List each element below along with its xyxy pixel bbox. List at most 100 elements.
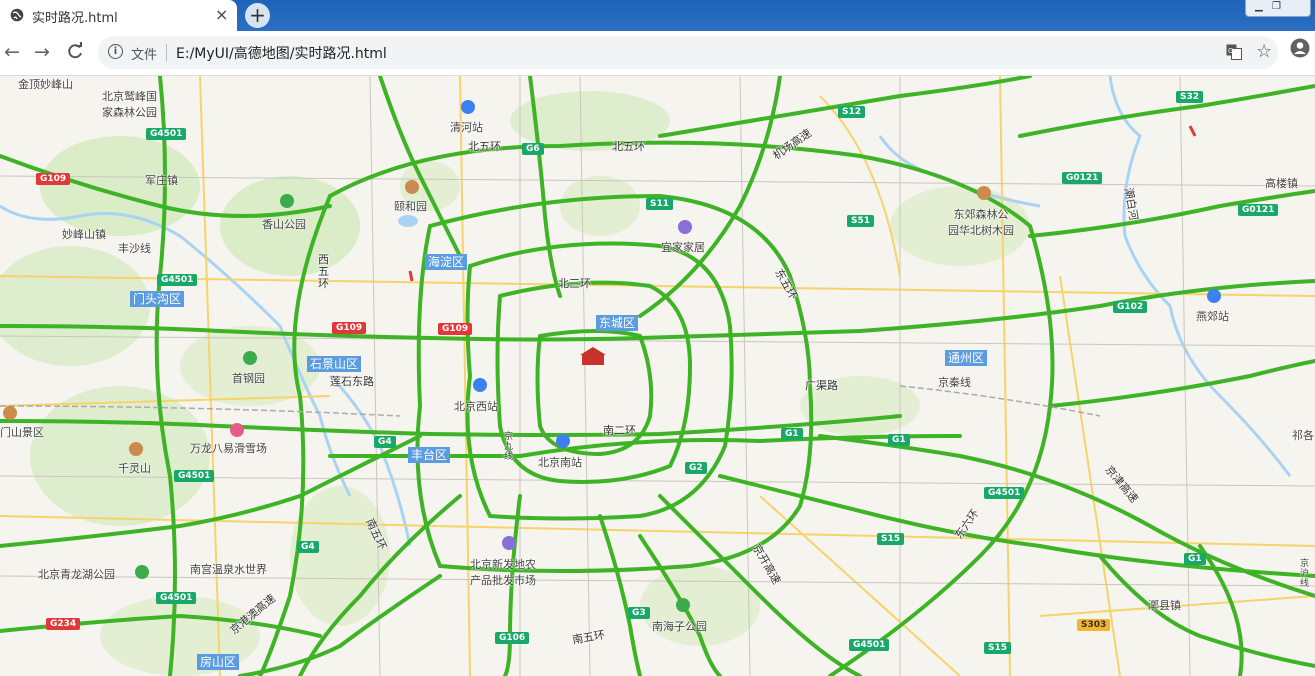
- scenic-icon[interactable]: [3, 406, 17, 420]
- place-label: 京 沪 线: [1300, 559, 1310, 589]
- place-label: 高楼镇: [1265, 177, 1298, 190]
- minimize-icon[interactable]: ▁: [1255, 1, 1263, 12]
- route-shield: G234: [46, 618, 81, 630]
- place-label: 妙峰山镇: [62, 228, 106, 241]
- place-label: 颐和园: [394, 200, 427, 213]
- route-shield: G109: [438, 323, 473, 335]
- url-text[interactable]: E:/MyUI/高德地图/实时路况.html: [176, 43, 387, 63]
- place-label: 首钢园: [232, 372, 265, 385]
- route-shield: G1: [888, 434, 910, 446]
- route-shield: G4: [297, 541, 319, 553]
- place-label: 宜家家居: [661, 241, 705, 254]
- place-label: 军庄镇: [145, 174, 178, 187]
- place-label: 东郊森林公 园华北树木园: [948, 208, 1014, 237]
- route-shield: S15: [877, 533, 905, 545]
- district-label: 海淀区: [425, 254, 468, 270]
- train-station-icon[interactable]: [556, 434, 570, 448]
- forward-button[interactable]: →: [30, 40, 54, 64]
- route-shield: S51: [847, 215, 875, 227]
- address-bar[interactable]: i 文件 E:/MyUI/高德地图/实时路况.html G ☆: [98, 36, 1278, 69]
- account-icon[interactable]: [1290, 38, 1310, 58]
- route-shield: S12: [838, 106, 866, 118]
- place-label: 香山公园: [262, 218, 306, 231]
- road-label: 莲石东路: [330, 375, 374, 388]
- place-label: 北京西站: [454, 400, 498, 413]
- train-station-icon[interactable]: [461, 100, 475, 114]
- route-shield: G4501: [849, 639, 890, 651]
- route-shield: G109: [36, 173, 71, 185]
- district-label: 东城区: [596, 315, 639, 331]
- place-label: 万龙八易滑雪场: [190, 442, 267, 455]
- route-shield: G4501: [156, 592, 197, 604]
- route-shield: G0121: [1062, 172, 1103, 184]
- route-shield: S32: [1176, 91, 1204, 103]
- globe-icon: [10, 8, 24, 22]
- road-label: 北五环: [612, 140, 645, 153]
- place-label: 金顶妙峰山: [18, 78, 73, 91]
- place-label: 漷县镇: [1148, 599, 1181, 612]
- district-label: 房山区: [197, 654, 240, 670]
- route-shield: G0121: [1238, 204, 1279, 216]
- place-label: 千灵山: [118, 462, 151, 475]
- place-label: 京 九 线: [504, 432, 514, 462]
- route-shield: G4: [374, 436, 396, 448]
- bookmark-star-icon[interactable]: ☆: [1256, 41, 1272, 62]
- route-shield: S303: [1077, 619, 1111, 631]
- ski-icon[interactable]: [230, 423, 244, 437]
- scenic-icon[interactable]: [129, 442, 143, 456]
- road-label: 南二环: [603, 424, 636, 437]
- route-shield: G2: [685, 462, 707, 474]
- place-label: 北京南站: [538, 456, 582, 469]
- district-label: 门头沟区: [130, 291, 185, 307]
- road-label: 北三环: [558, 277, 591, 290]
- svg-text:G: G: [1228, 47, 1233, 55]
- park-icon[interactable]: [676, 598, 690, 612]
- market-icon[interactable]: [502, 536, 516, 550]
- place-label: 南海子公园: [652, 620, 707, 633]
- address-divider: [166, 44, 167, 62]
- route-shield: G102: [1113, 301, 1148, 313]
- kunming-lake: [398, 215, 418, 227]
- back-button[interactable]: ←: [0, 40, 24, 64]
- scenic-icon[interactable]: [977, 186, 991, 200]
- road-label: 西 五 环: [318, 253, 329, 290]
- browser-tab[interactable]: 实时路况.html ×: [0, 0, 237, 31]
- browser-toolbar: ← → i 文件 E:/MyUI/高德地图/实时路况.html G ☆: [0, 31, 1315, 76]
- place-label: 北京鹫峰国 家森林公园: [102, 90, 157, 119]
- place-label: 门山景区: [0, 426, 44, 439]
- route-shield: G4501: [174, 470, 215, 482]
- file-scheme-label: 文件: [131, 48, 158, 63]
- tab-close-icon[interactable]: ×: [215, 5, 228, 25]
- district-label: 丰台区: [408, 447, 451, 463]
- park-icon[interactable]: [243, 351, 257, 365]
- new-tab-button[interactable]: +: [245, 3, 270, 28]
- traffic-map[interactable]: 海淀区 门头沟区 东城区 石景山区 丰台区 通州区 房山区 金顶妙峰山 北京鹫峰…: [0, 76, 1315, 676]
- tab-title: 实时路况.html: [32, 11, 118, 26]
- route-shield: S15: [984, 642, 1012, 654]
- shopping-icon[interactable]: [678, 220, 692, 234]
- route-shield: G4501: [146, 128, 187, 140]
- place-label: 丰沙线: [118, 242, 151, 255]
- road-label: 北五环: [468, 140, 501, 153]
- park-icon[interactable]: [135, 565, 149, 579]
- route-shield: G3: [628, 607, 650, 619]
- district-label: 石景山区: [307, 356, 362, 372]
- route-shield: G1: [1184, 553, 1206, 565]
- window-controls: ▁ ❐: [1245, 0, 1311, 17]
- place-label: 北京青龙湖公园: [38, 568, 115, 581]
- train-station-icon[interactable]: [473, 378, 487, 392]
- info-icon[interactable]: i: [108, 44, 123, 59]
- reload-icon[interactable]: [63, 40, 87, 64]
- restore-icon[interactable]: ❐: [1272, 1, 1281, 12]
- scenic-icon[interactable]: [405, 180, 419, 194]
- place-label: 燕郊站: [1196, 310, 1229, 323]
- place-label: 京秦线: [938, 376, 971, 389]
- map-canvas: [0, 76, 1315, 676]
- route-shield: G106: [495, 632, 530, 644]
- park-icon[interactable]: [280, 194, 294, 208]
- route-shield: G4501: [157, 274, 198, 286]
- road-label: 广渠路: [805, 379, 838, 392]
- train-station-icon[interactable]: [1207, 289, 1221, 303]
- translate-icon[interactable]: G: [1226, 44, 1242, 60]
- route-shield: G6: [522, 143, 544, 155]
